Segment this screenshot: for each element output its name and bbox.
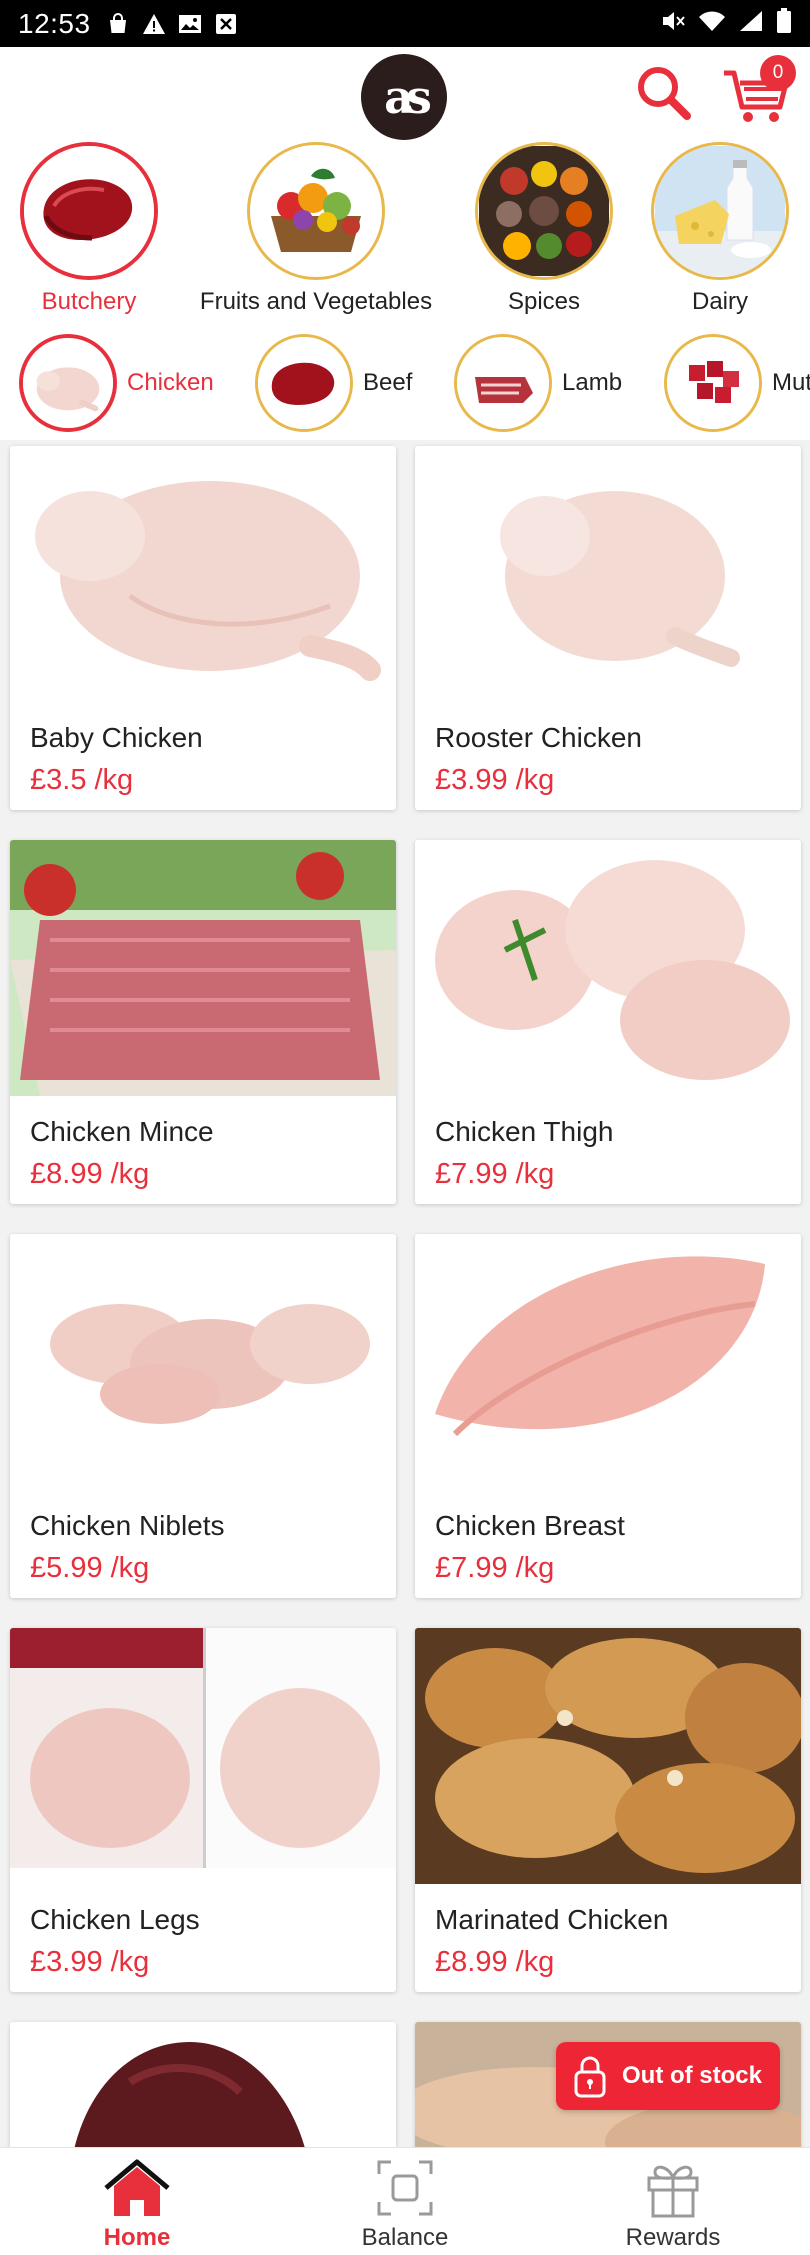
bag-icon: [105, 11, 131, 37]
nav-label: Rewards: [625, 2224, 721, 2251]
subcategory-bar: Chicken Beef Lamb Mut: [0, 322, 810, 440]
category-bar: Butchery Fruits and Vegetables Spices Da…: [0, 142, 810, 322]
subcategory-label: Chicken: [127, 369, 214, 396]
product-name: Baby Chicken: [30, 722, 203, 753]
subcategory-chicken[interactable]: Chicken: [19, 334, 214, 432]
nav-label: Home: [103, 2224, 171, 2251]
image-icon: [177, 11, 203, 37]
product-name: Chicken Legs: [30, 1904, 200, 1935]
close-box-icon: [213, 11, 239, 37]
product-price: £3.5 /kg: [30, 764, 134, 796]
product-card[interactable]: Marinated Chicken £8.99 /kg: [415, 1628, 801, 1992]
battery-icon: [776, 8, 792, 39]
subcategory-mutton[interactable]: Mut: [664, 334, 810, 432]
nav-home[interactable]: Home: [37, 2156, 237, 2252]
subcategory-beef[interactable]: Beef: [255, 334, 412, 432]
category-label: Butchery: [41, 288, 137, 315]
home-icon: [102, 2156, 172, 2220]
subcategory-label: Mut: [772, 369, 810, 396]
signal-icon: [738, 9, 764, 38]
status-time: 12:53: [18, 7, 91, 39]
product-card[interactable]: Rooster Chicken £3.99 /kg: [415, 446, 801, 810]
subcategory-label: Lamb: [562, 369, 623, 396]
category-label: Spices: [507, 288, 581, 315]
product-name: Chicken Thigh: [435, 1116, 614, 1147]
cart-button[interactable]: 0: [722, 55, 796, 127]
product-price: £8.99 /kg: [30, 1158, 150, 1190]
product-price: £3.99 /kg: [435, 764, 555, 796]
chicken-thumb: [19, 334, 117, 432]
product-image: [10, 1234, 396, 1490]
product-image: [415, 446, 801, 702]
logo-text: as: [384, 70, 432, 124]
product-card[interactable]: Chicken Thigh £7.99 /kg: [415, 840, 801, 1204]
product-image: [10, 446, 396, 702]
gift-icon: [638, 2156, 708, 2220]
product-price: £5.99 /kg: [30, 1552, 150, 1584]
product-name: Chicken Mince: [30, 1116, 214, 1147]
search-button[interactable]: [632, 61, 696, 125]
wifi-icon: [698, 9, 726, 38]
cart-count-badge: 0: [760, 55, 796, 91]
category-fruits-vegetables[interactable]: Fruits and Vegetables: [196, 142, 436, 316]
product-card[interactable]: Chicken Mince £8.99 /kg: [10, 840, 396, 1204]
search-icon: [638, 67, 691, 120]
mute-icon: [660, 9, 686, 38]
nav-rewards[interactable]: Rewards: [573, 2156, 773, 2252]
product-card[interactable]: Chicken Niblets £5.99 /kg: [10, 1234, 396, 1598]
mutton-thumb: [664, 334, 762, 432]
product-image: [415, 1628, 801, 1884]
fruits-vegetables-image: [247, 142, 385, 280]
out-of-stock-label: Out of stock: [622, 2062, 763, 2089]
beef-thumb: [255, 334, 353, 432]
brand-logo[interactable]: as: [361, 54, 447, 140]
category-label: Dairy: [691, 288, 748, 315]
product-price: £3.99 /kg: [30, 1946, 150, 1978]
butchery-image: [20, 142, 158, 280]
bottom-navigation: Home Balance Rewards: [0, 2147, 810, 2255]
out-of-stock-button[interactable]: Out of stock: [556, 2042, 780, 2110]
app-header: as 0: [0, 47, 810, 142]
balance-icon: [370, 2156, 440, 2220]
product-card[interactable]: Chicken Breast £7.99 /kg: [415, 1234, 801, 1598]
status-bar: 12:53: [0, 0, 810, 47]
product-name: Rooster Chicken: [435, 722, 642, 753]
product-price: £8.99 /kg: [435, 1946, 555, 1978]
product-name: Chicken Niblets: [30, 1510, 225, 1541]
product-card[interactable]: Chicken Legs £3.99 /kg: [10, 1628, 396, 1992]
category-butchery[interactable]: Butchery: [19, 142, 159, 316]
product-price: £7.99 /kg: [435, 1158, 555, 1190]
lock-icon: [574, 2056, 606, 2098]
subcategory-label: Beef: [363, 369, 413, 396]
product-name: Chicken Breast: [435, 1510, 625, 1541]
product-image: [415, 1234, 801, 1490]
product-image: [10, 840, 396, 1096]
product-price: £7.99 /kg: [435, 1552, 555, 1584]
nav-balance[interactable]: Balance: [305, 2156, 505, 2252]
product-image: [10, 1628, 396, 1884]
dairy-image: [651, 142, 789, 280]
spices-image: [475, 142, 613, 280]
warning-icon: [141, 11, 167, 37]
app-screen: 12:53 as 0 Butchery Fruits and Vegetable…: [0, 0, 810, 2255]
lamb-thumb: [454, 334, 552, 432]
category-spices[interactable]: Spices: [474, 142, 614, 316]
subcategory-lamb[interactable]: Lamb: [454, 334, 622, 432]
product-name: Marinated Chicken: [435, 1904, 669, 1935]
product-card[interactable]: Baby Chicken £3.5 /kg: [10, 446, 396, 810]
category-dairy[interactable]: Dairy: [650, 142, 790, 316]
category-label: Fruits and Vegetables: [199, 288, 433, 315]
product-image: [415, 840, 801, 1096]
nav-label: Balance: [361, 2224, 449, 2251]
